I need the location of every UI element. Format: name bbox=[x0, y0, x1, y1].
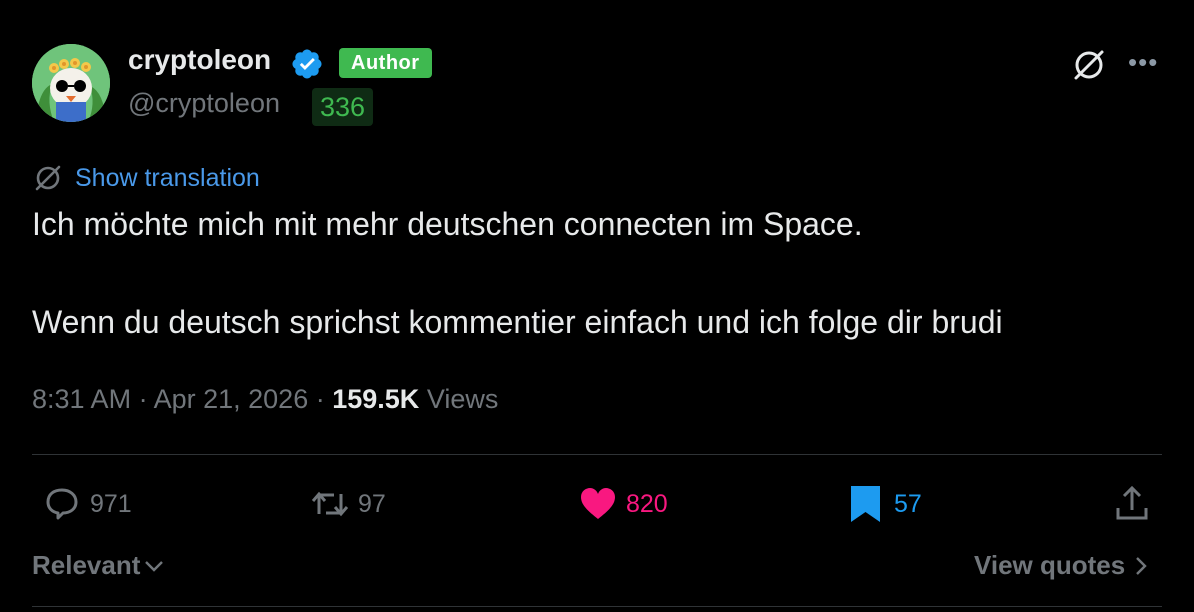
reply-count: 971 bbox=[90, 489, 132, 518]
repost-icon bbox=[311, 491, 349, 517]
meta-separator: · bbox=[138, 384, 154, 414]
verified-icon bbox=[292, 49, 322, 79]
chevron-down-icon bbox=[145, 560, 164, 572]
show-translation-link[interactable]: Show translation bbox=[75, 164, 260, 193]
meta-separator: · bbox=[315, 384, 333, 414]
repost-count: 97 bbox=[358, 489, 386, 518]
post-date[interactable]: Apr 21, 2026 bbox=[154, 384, 309, 414]
view-quotes-label: View quotes bbox=[974, 550, 1126, 580]
translate-small-icon bbox=[35, 165, 61, 191]
like-button[interactable]: 820 bbox=[578, 484, 668, 524]
bookmark-count: 57 bbox=[894, 489, 922, 518]
post-time[interactable]: 8:31 AM bbox=[32, 384, 131, 414]
show-translation-row[interactable]: Show translation bbox=[32, 161, 260, 195]
views-count: 159.5K bbox=[332, 384, 420, 414]
share-button[interactable] bbox=[1112, 484, 1160, 524]
like-icon bbox=[581, 488, 615, 519]
post-text-line-2: Wenn du deutsch sprichst kommentier einf… bbox=[32, 304, 1003, 340]
author-handle[interactable]: @cryptoleon bbox=[128, 88, 280, 119]
author-name[interactable]: cryptoleon bbox=[128, 44, 271, 76]
avatar-image bbox=[32, 44, 110, 122]
reply-icon bbox=[46, 488, 78, 520]
translate-icon[interactable] bbox=[1070, 46, 1108, 84]
score-badge: 336 bbox=[312, 88, 374, 126]
post-text-line-1: Ich möchte mich mit mehr deutschen conne… bbox=[32, 206, 863, 242]
divider-top bbox=[32, 454, 1162, 455]
bookmark-button[interactable]: 57 bbox=[846, 484, 922, 524]
chevron-right-icon bbox=[1136, 556, 1147, 575]
author-badge: Author bbox=[339, 48, 432, 78]
repost-button[interactable]: 97 bbox=[310, 484, 386, 524]
avatar[interactable] bbox=[32, 44, 110, 122]
view-quotes-link[interactable]: View quotes bbox=[974, 550, 1153, 581]
share-icon bbox=[1116, 485, 1148, 520]
sort-dropdown[interactable]: Relevant bbox=[32, 550, 166, 581]
views-label: Views bbox=[426, 384, 499, 414]
reply-button[interactable]: 971 bbox=[42, 484, 132, 524]
post-meta: 8:31 AM · Apr 21, 2026 · 159.5K Views bbox=[32, 384, 498, 415]
like-count: 820 bbox=[626, 489, 668, 518]
more-icon[interactable]: ••• bbox=[1128, 49, 1160, 75]
divider-bottom bbox=[32, 606, 1162, 607]
sort-label: Relevant bbox=[32, 550, 141, 580]
bookmark-icon bbox=[851, 486, 880, 522]
